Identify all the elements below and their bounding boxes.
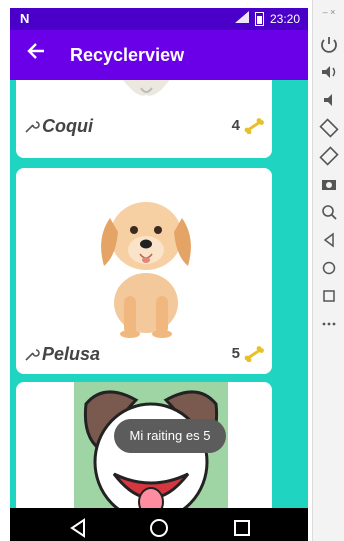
bone-icon: [244, 346, 264, 362]
item-name: Coqui: [42, 116, 93, 136]
status-right: 23:20: [234, 11, 300, 26]
notification-icon: N: [20, 11, 30, 26]
item-rating: 4: [231, 117, 240, 134]
nav-home-icon[interactable]: [147, 516, 171, 540]
dog-image: [123, 80, 170, 96]
overview-icon[interactable]: [317, 286, 341, 306]
battery-icon: [254, 11, 264, 26]
power-icon[interactable]: [317, 34, 341, 54]
wrench-icon: [25, 349, 40, 361]
signal-icon: [234, 11, 249, 26]
item-name: Pelusa: [42, 344, 101, 364]
page-title: Recyclerview: [70, 45, 185, 65]
camera-icon[interactable]: [317, 174, 341, 194]
list-item[interactable]: Coqui 4: [16, 80, 272, 158]
rotate-right-icon[interactable]: [317, 146, 341, 166]
wrench-icon: [25, 121, 40, 133]
dog-image: [101, 202, 191, 338]
app-bar: Recyclerview: [10, 30, 308, 80]
volume-up-icon[interactable]: [317, 62, 341, 82]
system-nav-bar: [10, 508, 308, 541]
list-item[interactable]: Pelusa 5: [16, 168, 272, 374]
volume-down-icon[interactable]: [317, 90, 341, 110]
phone-screen: N 23:20 Recyclerview Coqui 4 Pelusa 5 Mi…: [10, 8, 308, 541]
nav-back-icon[interactable]: [66, 516, 90, 540]
status-bar: N 23:20: [10, 8, 308, 30]
emulator-toolbar: – ×: [312, 0, 344, 541]
nav-overview-icon[interactable]: [230, 516, 254, 540]
window-controls[interactable]: – ×: [317, 2, 341, 22]
toast-message: Mi raiting es 5: [114, 419, 226, 453]
back-icon[interactable]: [317, 230, 341, 250]
item-rating: 5: [231, 345, 240, 362]
more-icon[interactable]: [317, 314, 341, 334]
arrow-left-icon[interactable]: [26, 40, 46, 68]
zoom-icon[interactable]: [317, 202, 341, 222]
bone-icon: [244, 118, 264, 134]
rotate-left-icon[interactable]: [317, 118, 341, 138]
home-icon[interactable]: [317, 258, 341, 278]
status-time: 23:20: [269, 11, 300, 26]
